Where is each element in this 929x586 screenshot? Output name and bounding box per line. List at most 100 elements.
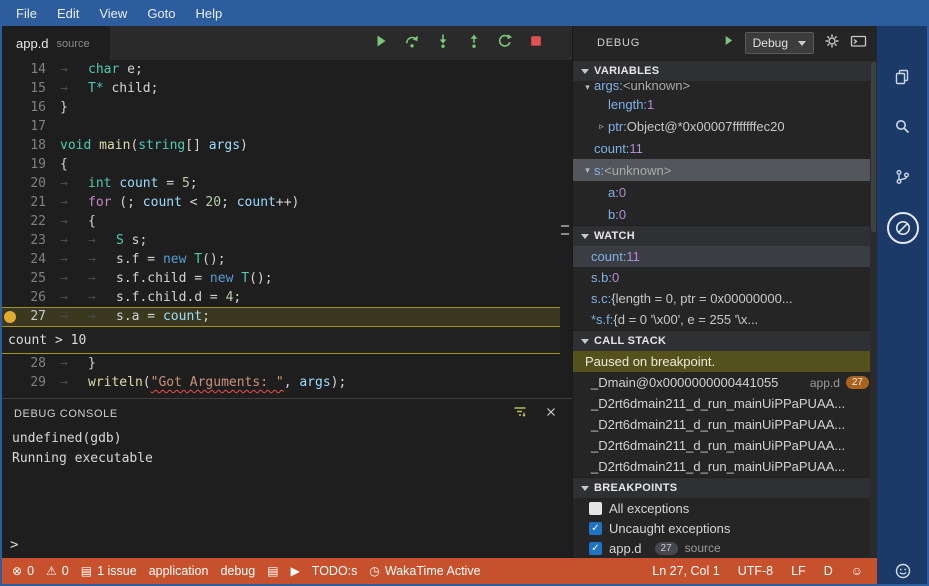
- tab-appd[interactable]: app.d source: [0, 26, 110, 60]
- stack-frame[interactable]: _Dmain@0x0000000000441055 app.d 27: [573, 372, 877, 393]
- watch-row[interactable]: s.b: 0: [573, 267, 877, 288]
- line-number[interactable]: 27: [20, 308, 46, 326]
- filter-icon[interactable]: [512, 404, 528, 425]
- line-number[interactable]: 24: [20, 250, 46, 269]
- feedback-smiley-icon[interactable]: [894, 562, 912, 585]
- files-icon[interactable]: [894, 68, 912, 91]
- code-editor[interactable]: 14 → char e; 15 → T* child; 16} 17 18 void main(s…: [0, 60, 560, 398]
- breakpoint-gutter[interactable]: [0, 269, 20, 288]
- line-number[interactable]: 16: [20, 98, 46, 117]
- status-item[interactable]: ▶: [285, 558, 306, 584]
- variable-row[interactable]: b: 0: [573, 203, 877, 225]
- breakpoint-row[interactable]: ✓ Uncaught exceptions: [573, 518, 877, 538]
- breakpoint-gutter[interactable]: [0, 373, 20, 392]
- breakpoint-gutter[interactable]: [0, 98, 20, 117]
- gear-icon[interactable]: [824, 33, 840, 54]
- breakpoint-checkbox[interactable]: [589, 501, 602, 515]
- menu-item-goto[interactable]: Goto: [137, 6, 185, 21]
- line-number[interactable]: 18: [20, 136, 46, 155]
- stack-frame[interactable]: _D2rt6dmain211_d_run_mainUiPPaPUAA...: [573, 393, 877, 414]
- search-icon[interactable]: [894, 118, 912, 141]
- watch-row[interactable]: s.c: {length = 0, ptr = 0x00000000...: [573, 288, 877, 309]
- breakpoint-checkbox[interactable]: ✓: [589, 541, 602, 555]
- section-call-stack[interactable]: CALL STACK: [573, 330, 877, 351]
- variable-row[interactable]: ▾ args: <unknown>: [573, 81, 877, 93]
- start-debug-button[interactable]: [722, 34, 735, 52]
- restart-button[interactable]: [492, 30, 518, 56]
- breakpoint-gutter[interactable]: [0, 212, 20, 231]
- menu-item-view[interactable]: View: [89, 6, 137, 21]
- watch-row[interactable]: count: 11: [573, 246, 877, 267]
- breakpoint-gutter[interactable]: [0, 250, 20, 269]
- breakpoint-gutter[interactable]: [0, 60, 20, 79]
- breakpoint-gutter[interactable]: [0, 136, 20, 155]
- debug-no-symbols-icon[interactable]: [887, 212, 919, 244]
- status-item[interactable]: UTF-8: [732, 558, 779, 584]
- section-watch[interactable]: WATCH: [573, 225, 877, 246]
- section-variables[interactable]: VARIABLES: [573, 60, 877, 81]
- status-item[interactable]: ▤ 1 issue: [75, 558, 143, 584]
- stop-button[interactable]: [523, 30, 549, 56]
- status-item[interactable]: ⊗ 0: [6, 558, 40, 584]
- status-item[interactable]: application: [143, 558, 215, 584]
- stack-frame[interactable]: _D2rt6dmain211_d_run_mainUiPPaPUAA...: [573, 435, 877, 456]
- step-out-button[interactable]: [461, 30, 487, 56]
- section-breakpoints[interactable]: BREAKPOINTS: [573, 477, 877, 498]
- status-item[interactable]: debug: [214, 558, 261, 584]
- line-number[interactable]: 14: [20, 60, 46, 79]
- variable-row[interactable]: length: 1: [573, 93, 877, 115]
- step-over-button[interactable]: [399, 30, 425, 56]
- step-into-button[interactable]: [430, 30, 456, 56]
- variable-row[interactable]: a: 0: [573, 181, 877, 203]
- source-control-icon[interactable]: [894, 168, 912, 191]
- breakpoint-gutter[interactable]: [0, 288, 20, 307]
- menu-item-file[interactable]: File: [6, 6, 47, 21]
- menu-item-help[interactable]: Help: [186, 6, 233, 21]
- breakpoint-condition-editor[interactable]: count > 10: [0, 326, 560, 354]
- panel-scrollbar[interactable]: [870, 60, 877, 558]
- breakpoint-row[interactable]: ✓ app.d 27 source: [573, 538, 877, 558]
- line-number[interactable]: 21: [20, 193, 46, 212]
- status-item[interactable]: ☺: [845, 558, 869, 584]
- variable-row[interactable]: count: 11: [573, 137, 877, 159]
- breakpoint-gutter[interactable]: [0, 117, 20, 136]
- variable-row[interactable]: ▾ s: <unknown>: [573, 159, 877, 181]
- stack-frame[interactable]: _D2rt6dmain211_d_run_mainUiPPaPUAA...: [573, 414, 877, 435]
- continue-button[interactable]: [368, 30, 394, 56]
- line-number[interactable]: 26: [20, 288, 46, 307]
- status-item[interactable]: ⚠ 0: [40, 558, 75, 584]
- line-number[interactable]: 23: [20, 231, 46, 250]
- breakpoint-checkbox[interactable]: ✓: [589, 521, 602, 535]
- line-number[interactable]: 15: [20, 79, 46, 98]
- line-number[interactable]: 22: [20, 212, 46, 231]
- line-number[interactable]: 20: [20, 174, 46, 193]
- debug-config-select[interactable]: Debug: [744, 32, 814, 54]
- menu-item-edit[interactable]: Edit: [47, 6, 89, 21]
- breakpoint-gutter[interactable]: [0, 308, 20, 326]
- breakpoint-gutter[interactable]: [0, 231, 20, 250]
- line-number[interactable]: 25: [20, 269, 46, 288]
- line-number[interactable]: 17: [20, 117, 46, 136]
- breakpoint-dot[interactable]: [4, 311, 16, 323]
- line-number[interactable]: 19: [20, 155, 46, 174]
- breakpoint-gutter[interactable]: [0, 79, 20, 98]
- line-number[interactable]: 28: [20, 354, 46, 373]
- line-number[interactable]: 29: [20, 373, 46, 392]
- close-icon[interactable]: [544, 405, 558, 424]
- breakpoint-gutter[interactable]: [0, 354, 20, 373]
- breakpoint-gutter[interactable]: [0, 155, 20, 174]
- open-console-icon[interactable]: [850, 33, 867, 54]
- status-item[interactable]: D: [818, 558, 839, 584]
- status-item[interactable]: Ln 27, Col 1: [646, 558, 725, 584]
- status-item[interactable]: ▤: [261, 558, 284, 584]
- status-item[interactable]: TODO:s: [306, 558, 364, 584]
- status-item[interactable]: LF: [785, 558, 812, 584]
- breakpoint-gutter[interactable]: [0, 174, 20, 193]
- debug-console-prompt[interactable]: >: [10, 537, 18, 553]
- breakpoint-row[interactable]: All exceptions: [573, 498, 877, 518]
- variable-row[interactable]: ▹ ptr: Object@*0x00007fffffffec20: [573, 115, 877, 137]
- stack-frame[interactable]: _D2rt6dmain211_d_run_mainUiPPaPUAA...: [573, 456, 877, 477]
- watch-row[interactable]: *s.f: {d = 0 '\x00', e = 255 '\x...: [573, 309, 877, 330]
- breakpoint-gutter[interactable]: [0, 193, 20, 212]
- status-item[interactable]: ◷ WakaTime Active: [363, 558, 486, 584]
